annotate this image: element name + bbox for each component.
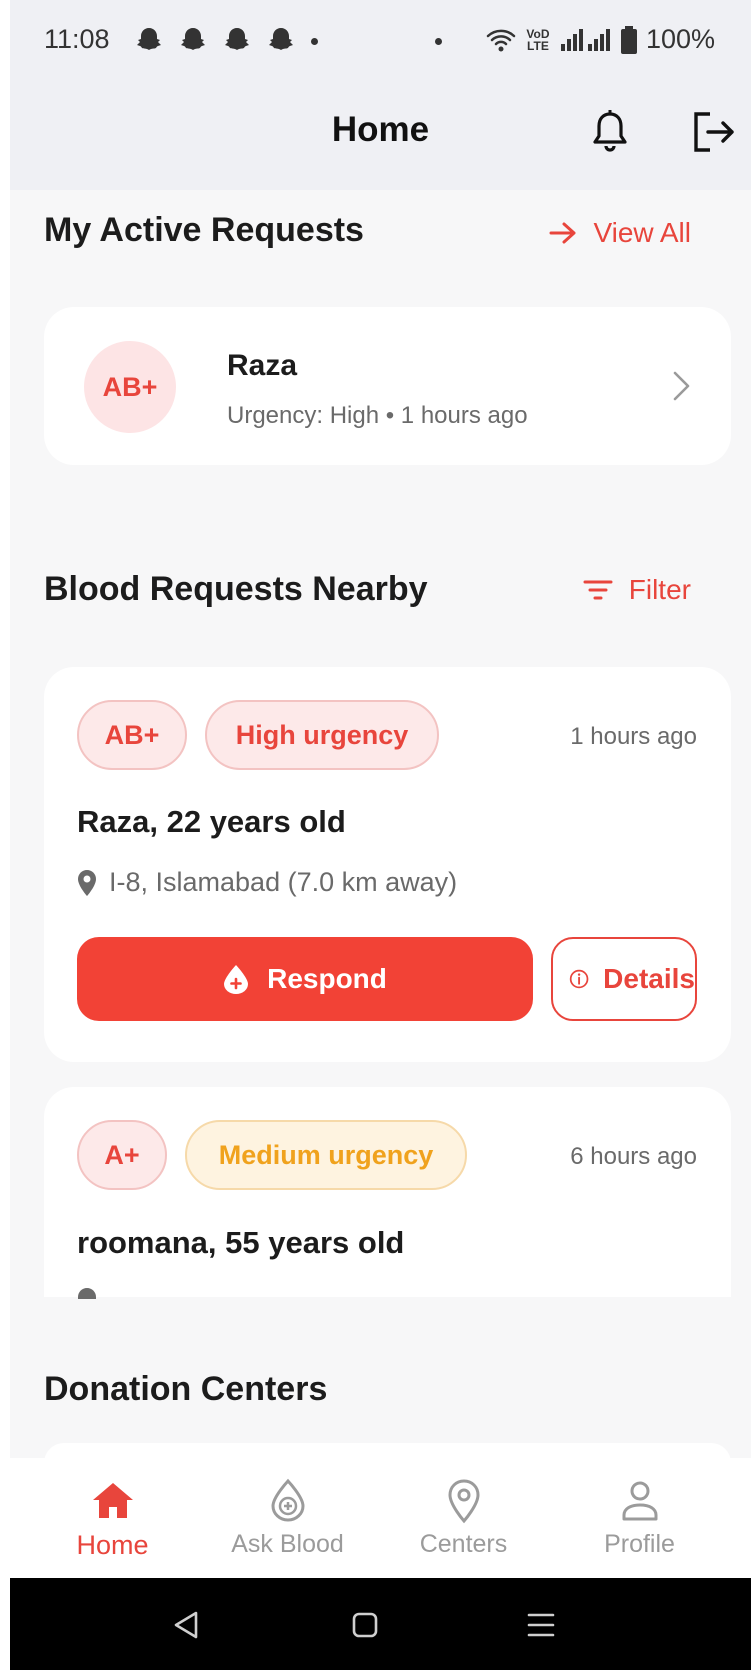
location-pin-icon [448,1479,480,1524]
active-requests-title: My Active Requests [44,211,364,249]
nav-home[interactable]: Home [20,1458,205,1578]
location-text: I-8, Islamabad (7.0 km away) [109,867,458,897]
blood-type-chip: A+ [77,1120,167,1190]
urgency-chip: Medium urgency [185,1120,467,1190]
urgency-chip: High urgency [205,700,439,770]
info-icon [569,969,589,989]
nav-label: Home [76,1530,149,1560]
active-request-card[interactable]: AB+ Raza Urgency: High • 1 hours ago [44,307,731,465]
request-time: 6 hours ago [570,1143,697,1170]
home-square-icon[interactable] [351,1611,379,1639]
view-all-label: View All [593,217,691,248]
notification-icons [134,26,296,54]
requester-name: roomana, 55 years old [77,1225,405,1260]
request-time: 1 hours ago [570,723,697,750]
snapchat-icon [225,28,249,50]
logout-icon[interactable] [690,110,736,154]
details-button[interactable]: Details [551,937,697,1021]
request-card[interactable]: A+ Medium urgency 6 hours ago roomana, 5… [44,1087,731,1299]
blood-drop-plus-icon [271,1478,305,1522]
chevron-right-icon [673,371,690,401]
filter-label: Filter [628,574,691,605]
separator-dot [435,38,442,45]
respond-button[interactable]: Respond [77,937,533,1021]
filter-icon [583,580,613,600]
app-screen: 11:08 VoD LTE 100% Home My Active Reques… [10,0,751,1670]
back-icon[interactable] [172,1610,200,1640]
view-all-link[interactable]: View All [549,217,691,249]
person-icon [622,1481,658,1521]
nav-profile[interactable]: Profile [547,1458,732,1578]
wifi-icon [486,29,516,51]
blood-type-chip: AB+ [77,700,187,770]
location-pin-icon [78,1288,96,1299]
nav-centers[interactable]: Centers [371,1458,556,1578]
status-right: VoD LTE 100% [486,24,715,55]
details-label: Details [603,963,695,994]
status-time: 11:08 [44,24,110,54]
nav-ask-blood[interactable]: Ask Blood [195,1458,380,1578]
page-title: Home [331,110,430,149]
snapchat-icon [137,28,161,50]
bottom-navigation: Home Ask Blood Centers Profile [10,1458,751,1578]
request-card[interactable]: AB+ High urgency 1 hours ago Raza, 22 ye… [44,667,731,1062]
nav-label: Centers [419,1530,508,1558]
nearby-requests-title: Blood Requests Nearby [44,570,428,608]
nav-label: Ask Blood [231,1530,344,1558]
battery-percent: 100% [645,24,715,54]
arrow-right-icon [549,222,576,244]
network-label: VoD LTE [526,26,550,53]
donation-centers-title: Donation Centers [44,1370,328,1408]
top-bar: 11:08 VoD LTE 100% Home [10,0,751,190]
active-request-subtitle: Urgency: High • 1 hours ago [227,402,528,429]
location-pin-icon [78,869,96,896]
blood-type-avatar: AB+ [84,341,176,433]
blood-drop-icon [224,965,249,994]
system-navigation-bar [10,1578,751,1670]
request-location: I-8, Islamabad (7.0 km away) [77,867,457,898]
filter-button[interactable]: Filter [583,574,691,606]
requester-name: Raza, 22 years old [77,804,346,839]
home-icon [93,1483,133,1518]
battery-icon [620,25,637,54]
nav-label: Profile [604,1530,675,1558]
signal-icon [560,28,610,51]
status-bar: 11:08 VoD LTE 100% [10,0,751,82]
snapchat-icon [269,28,293,50]
snapchat-icon [181,28,205,50]
active-request-name: Raza [227,349,298,382]
respond-label: Respond [267,963,387,994]
bell-icon[interactable] [590,108,630,156]
more-notifications-dot [311,38,318,45]
recents-icon[interactable] [526,1612,556,1638]
